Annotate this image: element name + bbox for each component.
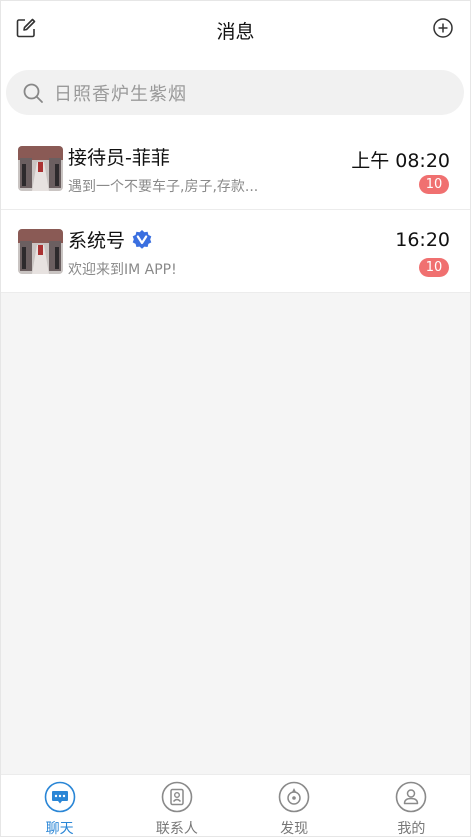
search-icon (23, 83, 43, 103)
chat-item-reception[interactable]: 接待员-菲菲 遇到一个不要车子,房子,存款... 上午 08:20 10 (1, 127, 470, 210)
chat-name-text: 系统号 (68, 230, 126, 252)
unread-badge: 10 (419, 175, 449, 194)
chat-name-text: 接待员-菲菲 (68, 147, 170, 169)
chat-preview: 欢迎来到IM APP! (68, 262, 177, 278)
chat-time: 16:20 (395, 229, 450, 251)
header: 消息 (1, 1, 470, 59)
search-bar: 日照香炉生紫烟 (1, 59, 470, 127)
chat-item-system[interactable]: 系统号 欢迎来到IM APP! 16:20 10 (1, 210, 470, 293)
chat-preview: 遇到一个不要车子,房子,存款... (68, 179, 259, 195)
chat-time: 上午 08:20 (351, 150, 450, 172)
avatar (18, 229, 63, 274)
tab-bar: 聊天 联系人 发现 我的 (1, 774, 470, 837)
tab-label: 我的 (397, 821, 426, 837)
chat-name: 系统号 (68, 226, 153, 253)
contacts-icon (161, 781, 193, 813)
tab-label: 联系人 (155, 821, 198, 837)
avatar (18, 146, 63, 191)
tab-profile[interactable]: 我的 (353, 775, 470, 837)
app-frame: 消息 日照香炉生紫烟 接待员-菲菲 遇到一个不要车子,房子,存款... 上午 0… (0, 0, 471, 837)
search-input[interactable]: 日照香炉生紫烟 (6, 70, 464, 115)
tab-label: 聊天 (45, 821, 74, 837)
plus-circle-icon[interactable] (432, 17, 454, 39)
page-title: 消息 (216, 20, 255, 43)
tab-label: 发现 (280, 821, 309, 837)
tab-contacts[interactable]: 联系人 (118, 775, 235, 837)
tab-chat[interactable]: 聊天 (1, 775, 118, 837)
profile-icon (396, 781, 427, 813)
unread-badge: 10 (419, 258, 449, 277)
verified-icon (132, 229, 152, 249)
chat-list: 接待员-菲菲 遇到一个不要车子,房子,存款... 上午 08:20 10 系统号 (1, 127, 470, 293)
tab-discover[interactable]: 发现 (236, 775, 353, 837)
compass-icon (278, 781, 310, 813)
chat-name: 接待员-菲菲 (68, 143, 170, 170)
chat-icon (44, 781, 75, 813)
edit-icon[interactable] (15, 17, 37, 39)
search-placeholder: 日照香炉生紫烟 (54, 83, 187, 105)
